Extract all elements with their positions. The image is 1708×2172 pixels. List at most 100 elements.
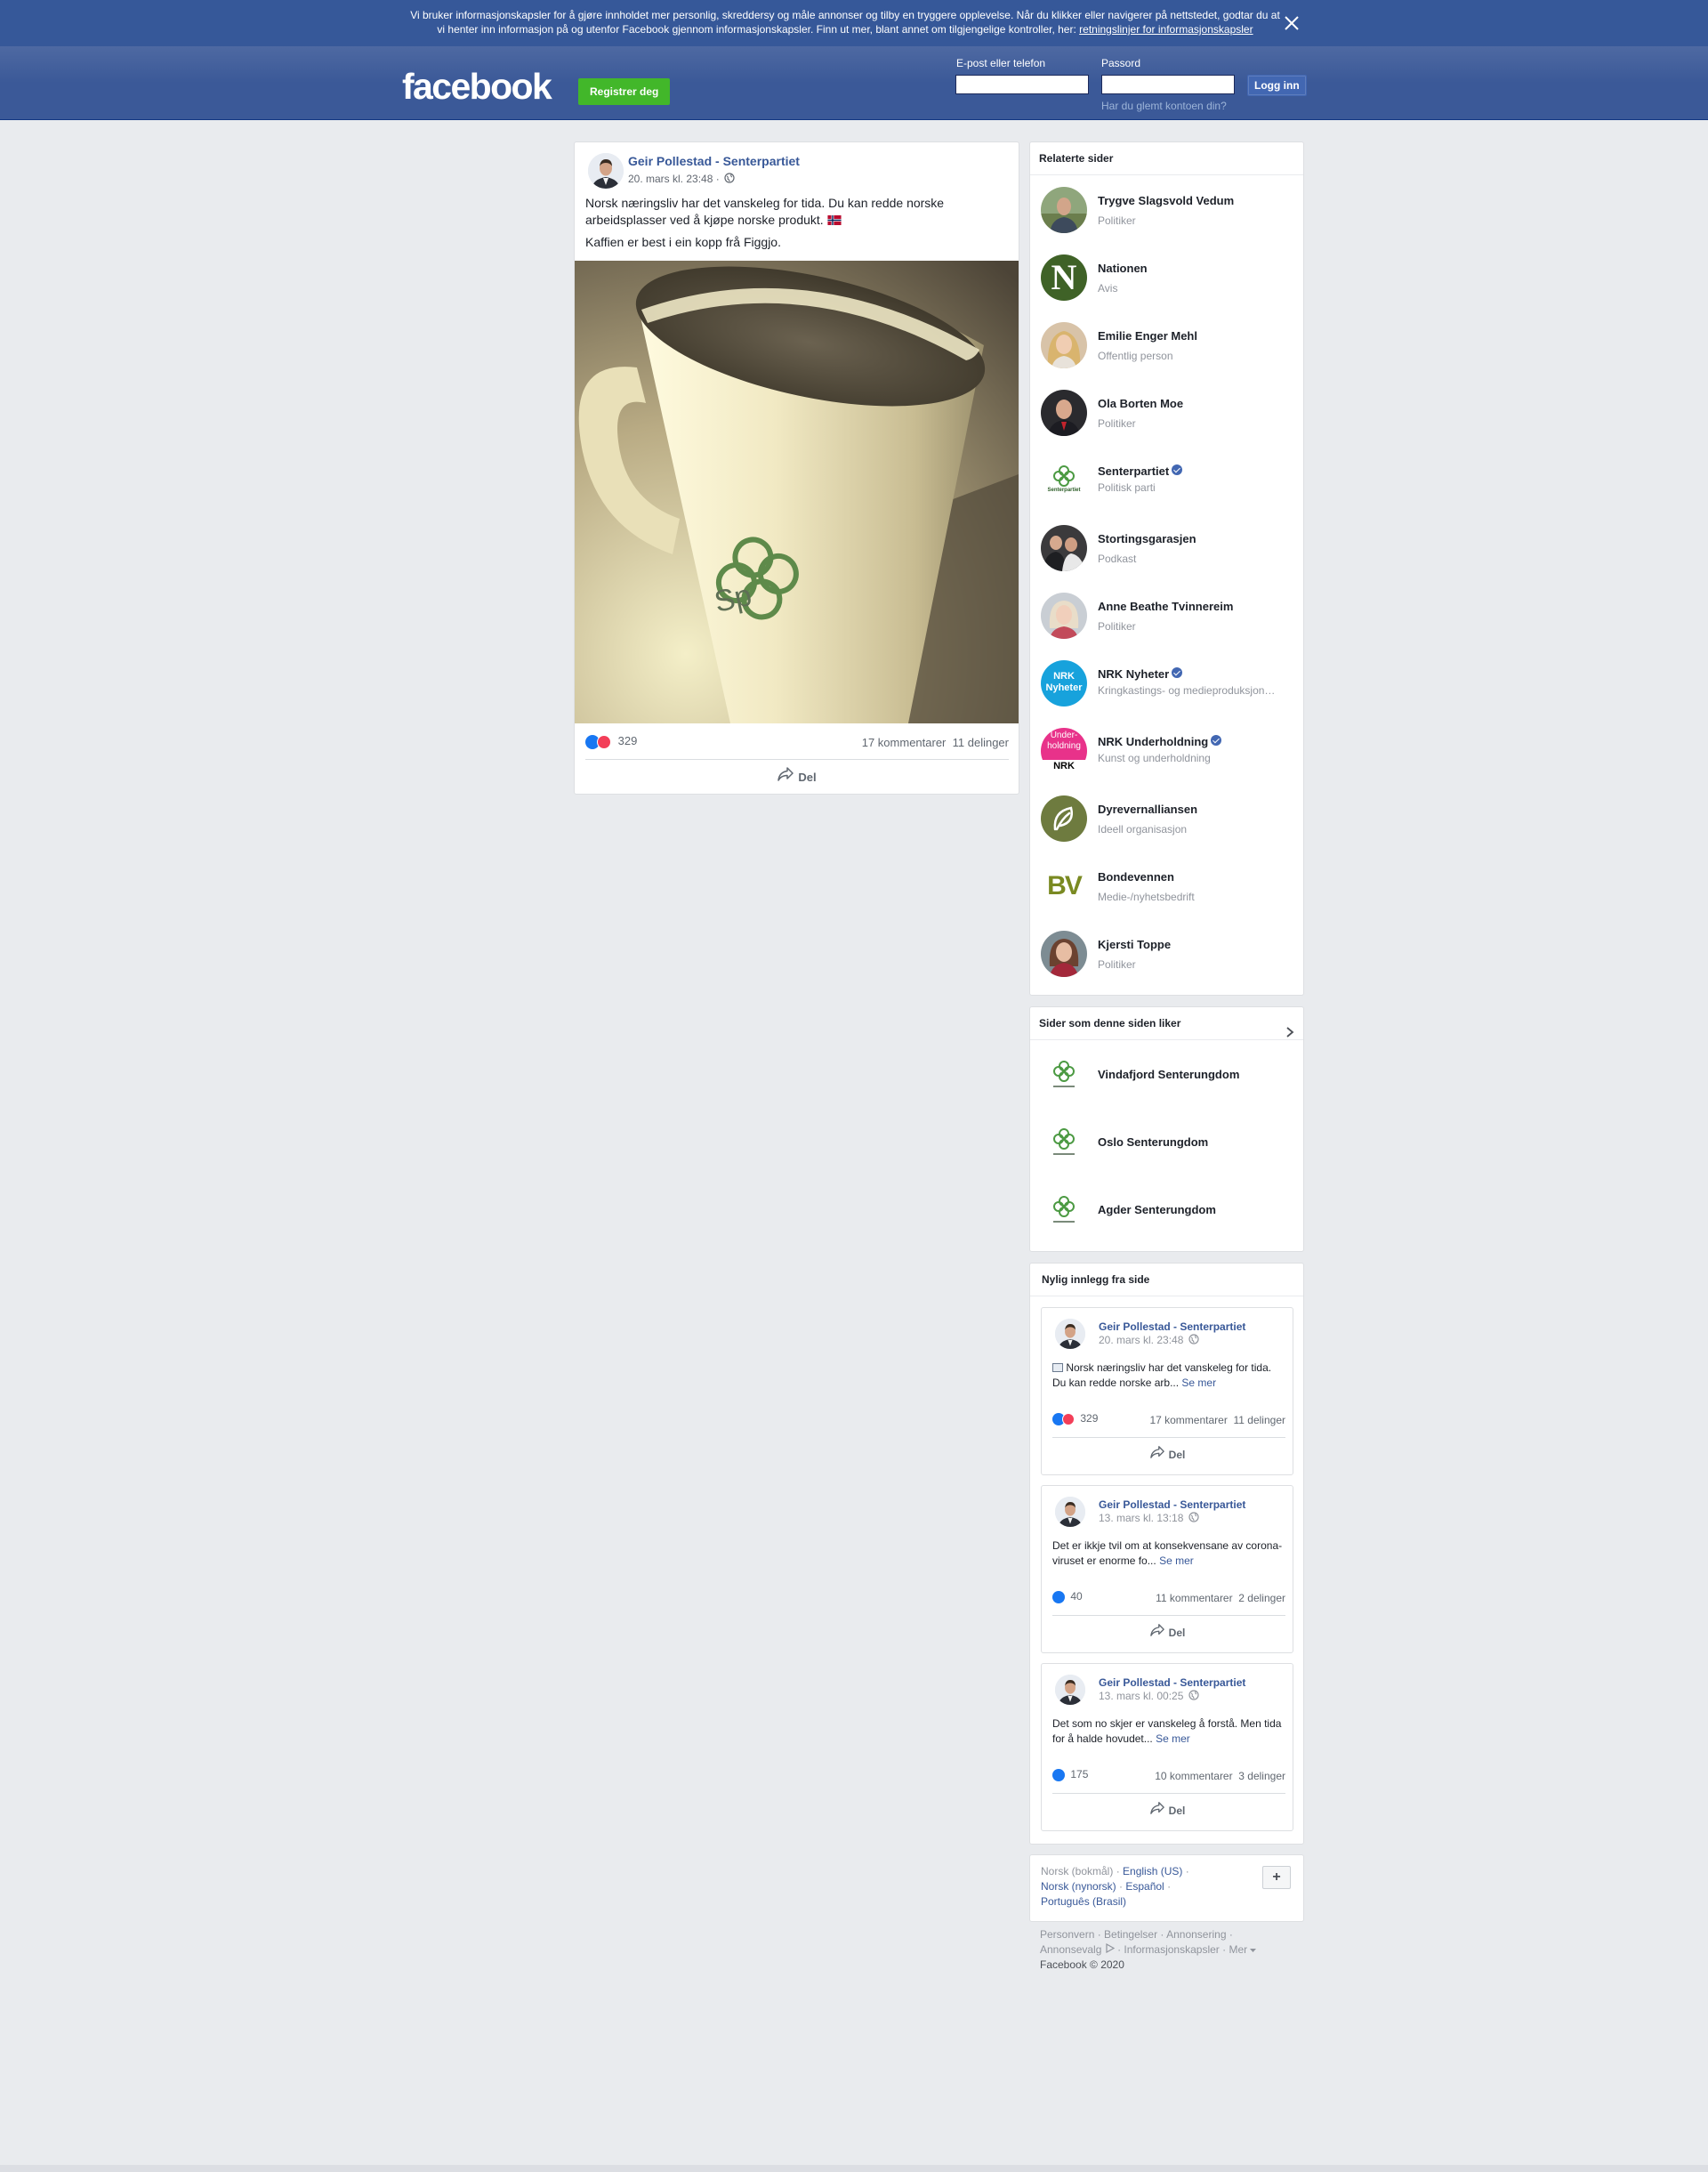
related-name[interactable]: NRK Underholdning (1098, 735, 1222, 748)
chevron-right-icon[interactable] (1285, 1018, 1294, 1050)
related-item-nationen[interactable]: N Nationen Avis (1041, 254, 1299, 301)
related-name[interactable]: Dyrevernalliansen (1098, 803, 1197, 816)
footer-ad-choices-link[interactable]: Annonsevalg (1040, 1943, 1101, 1956)
liked-page-item[interactable]: Oslo Senterungdom (1041, 1119, 1299, 1166)
avatar[interactable] (1041, 525, 1087, 571)
recent-post-time[interactable]: 20. mars kl. 23:48 (1099, 1334, 1199, 1347)
share-count[interactable]: 11 delinger (1234, 1414, 1286, 1426)
pages-liked-header[interactable]: Sider som denne siden liker (1030, 1007, 1303, 1040)
related-name[interactable]: NRK Nyheter (1098, 667, 1183, 681)
senterungdom-logo[interactable] (1041, 1119, 1087, 1166)
comment-count[interactable]: 10 kommentarer (1155, 1770, 1232, 1782)
related-item-nrk-underholdning[interactable]: Under- holdning NRK NRK Underholdning Ku… (1041, 728, 1299, 774)
language-english[interactable]: English (US) (1123, 1865, 1182, 1877)
see-more-link[interactable]: Se mer (1159, 1554, 1194, 1567)
language-portugues[interactable]: Português (Brasil) (1041, 1895, 1126, 1908)
recent-post-time-text[interactable]: 13. mars kl. 13:18 (1099, 1512, 1183, 1524)
footer-advertising-link[interactable]: Annonsering (1166, 1928, 1226, 1941)
dyrevernalliansen-logo[interactable] (1041, 795, 1087, 842)
facebook-logo[interactable]: facebook (402, 67, 552, 106)
share-label[interactable]: Del (1169, 1805, 1186, 1817)
reaction-count[interactable]: 329 (1080, 1412, 1098, 1425)
related-name-text[interactable]: Senterpartiet (1098, 464, 1169, 478)
love-reaction-icon[interactable] (597, 734, 611, 749)
related-item-kjersti-toppe[interactable]: Kjersti Toppe Politiker (1041, 931, 1299, 977)
related-item-stortingsgarasjen[interactable]: Stortingsgarasjen Podkast (1041, 525, 1299, 571)
avatar[interactable] (1041, 187, 1087, 233)
related-name[interactable]: Emilie Enger Mehl (1098, 329, 1197, 343)
liked-page-name[interactable]: Oslo Senterungdom (1098, 1135, 1208, 1149)
forgot-account-link[interactable]: Har du glemt kontoen din? (1101, 100, 1227, 112)
liked-page-name[interactable]: Vindafjord Senterungdom (1098, 1068, 1239, 1081)
cookie-policy-link[interactable]: retningslinjer for informasjonskapsler (1079, 23, 1253, 36)
comment-count[interactable]: 17 kommentarer (1149, 1414, 1227, 1426)
ad-choices-icon[interactable] (1105, 1942, 1115, 1956)
senterungdom-logo[interactable] (1041, 1187, 1087, 1233)
author-avatar[interactable] (1055, 1319, 1085, 1349)
related-name[interactable]: Ola Borten Moe (1098, 397, 1183, 410)
liked-page-item[interactable]: Vindafjord Senterungdom (1041, 1052, 1299, 1098)
avatar[interactable] (1041, 322, 1087, 368)
like-reaction-icon[interactable] (1052, 1590, 1065, 1603)
share-label[interactable]: Del (1169, 1627, 1186, 1639)
comment-count[interactable]: 17 kommentarer (862, 736, 947, 749)
register-button[interactable]: Registrer deg (578, 78, 671, 105)
share-label[interactable]: Del (798, 771, 816, 784)
email-field[interactable] (955, 75, 1089, 94)
liked-page-name[interactable]: Agder Senterungdom (1098, 1203, 1216, 1216)
language-espanol[interactable]: Español (1125, 1880, 1164, 1893)
post-author[interactable]: Geir Pollestad - Senterpartiet (628, 154, 800, 168)
recent-post-time-text[interactable]: 13. mars kl. 00:25 (1099, 1690, 1183, 1702)
footer-terms-link[interactable]: Betingelser (1104, 1928, 1157, 1941)
related-item-emilie-enger-mehl[interactable]: Emilie Enger Mehl Offentlig person (1041, 322, 1299, 368)
related-item-nrk-nyheter[interactable]: NRK Nyheter NRK Nyheter Kringkastings- o… (1041, 660, 1299, 707)
recent-post-card[interactable]: Geir Pollestad - Senterpartiet 20. mars … (1041, 1307, 1293, 1475)
reaction-count[interactable]: 175 (1070, 1768, 1088, 1780)
like-reaction-icon[interactable] (1052, 1768, 1065, 1781)
footer-more-link[interactable]: Mer (1229, 1943, 1247, 1956)
recent-post-time[interactable]: 13. mars kl. 13:18 (1099, 1512, 1199, 1525)
related-item-anne-beathe-tvinnereim[interactable]: Anne Beathe Tvinnereim Politiker (1041, 593, 1299, 639)
close-icon[interactable] (1281, 12, 1302, 34)
share-button[interactable]: Del (575, 763, 1019, 792)
share-button[interactable]: Del (1042, 1619, 1293, 1646)
related-name[interactable]: Senterpartiet (1098, 464, 1183, 478)
nationen-logo[interactable]: N (1041, 254, 1087, 301)
related-name[interactable]: Stortingsgarasjen (1098, 532, 1196, 545)
see-more-link[interactable]: Se mer (1181, 1377, 1216, 1389)
language-nynorsk[interactable]: Norsk (nynorsk) (1041, 1880, 1116, 1893)
footer-privacy-link[interactable]: Personvern (1040, 1928, 1094, 1941)
more-languages-button[interactable]: + (1262, 1866, 1291, 1889)
related-item-senterpartiet[interactable]: Senterpartiet Senterpartiet Politisk par… (1041, 457, 1299, 504)
nrk-underholdning-logo[interactable]: Under- holdning NRK (1041, 728, 1087, 774)
share-button[interactable]: Del (1042, 1797, 1293, 1824)
author-avatar[interactable] (1055, 1497, 1085, 1527)
related-item-bondevennen[interactable]: BV Bondevennen Medie-/nyhetsbedrift (1041, 863, 1299, 909)
avatar[interactable] (1041, 593, 1087, 639)
recent-post-card[interactable]: Geir Pollestad - Senterpartiet 13. mars … (1041, 1663, 1293, 1831)
related-name[interactable]: Trygve Slagsvold Vedum (1098, 194, 1234, 207)
recent-post-author[interactable]: Geir Pollestad - Senterpartiet (1099, 1498, 1245, 1511)
login-button[interactable]: Logg inn (1247, 75, 1307, 96)
avatar[interactable] (1041, 931, 1087, 977)
footer-cookies-link[interactable]: Informasjonskapsler (1124, 1943, 1219, 1956)
related-name[interactable]: Nationen (1098, 262, 1148, 275)
share-count[interactable]: 2 delinger (1238, 1592, 1285, 1604)
share-count[interactable]: 11 delinger (953, 736, 1009, 749)
liked-page-item[interactable]: Agder Senterungdom (1041, 1187, 1299, 1233)
recent-post-time[interactable]: 13. mars kl. 00:25 (1099, 1690, 1199, 1703)
related-name-text[interactable]: NRK Nyheter (1098, 667, 1169, 681)
avatar[interactable] (1041, 390, 1087, 436)
share-button[interactable]: Del (1042, 1441, 1293, 1468)
pages-liked-title[interactable]: Sider som denne siden liker (1039, 1017, 1180, 1029)
bondevennen-logo[interactable]: BV (1041, 863, 1087, 909)
senterpartiet-logo[interactable]: Senterpartiet (1041, 457, 1087, 504)
related-item-ola-borten-moe[interactable]: Ola Borten Moe Politiker (1041, 390, 1299, 436)
related-name[interactable]: Bondevennen (1098, 870, 1174, 884)
related-item-trygve-slagsvold-vedum[interactable]: Trygve Slagsvold Vedum Politiker (1041, 187, 1299, 233)
share-count[interactable]: 3 delinger (1238, 1770, 1285, 1782)
author-avatar[interactable] (1055, 1675, 1085, 1705)
comment-count[interactable]: 11 kommentarer (1156, 1592, 1232, 1604)
recent-post-author[interactable]: Geir Pollestad - Senterpartiet (1099, 1676, 1245, 1689)
share-label[interactable]: Del (1169, 1449, 1186, 1461)
